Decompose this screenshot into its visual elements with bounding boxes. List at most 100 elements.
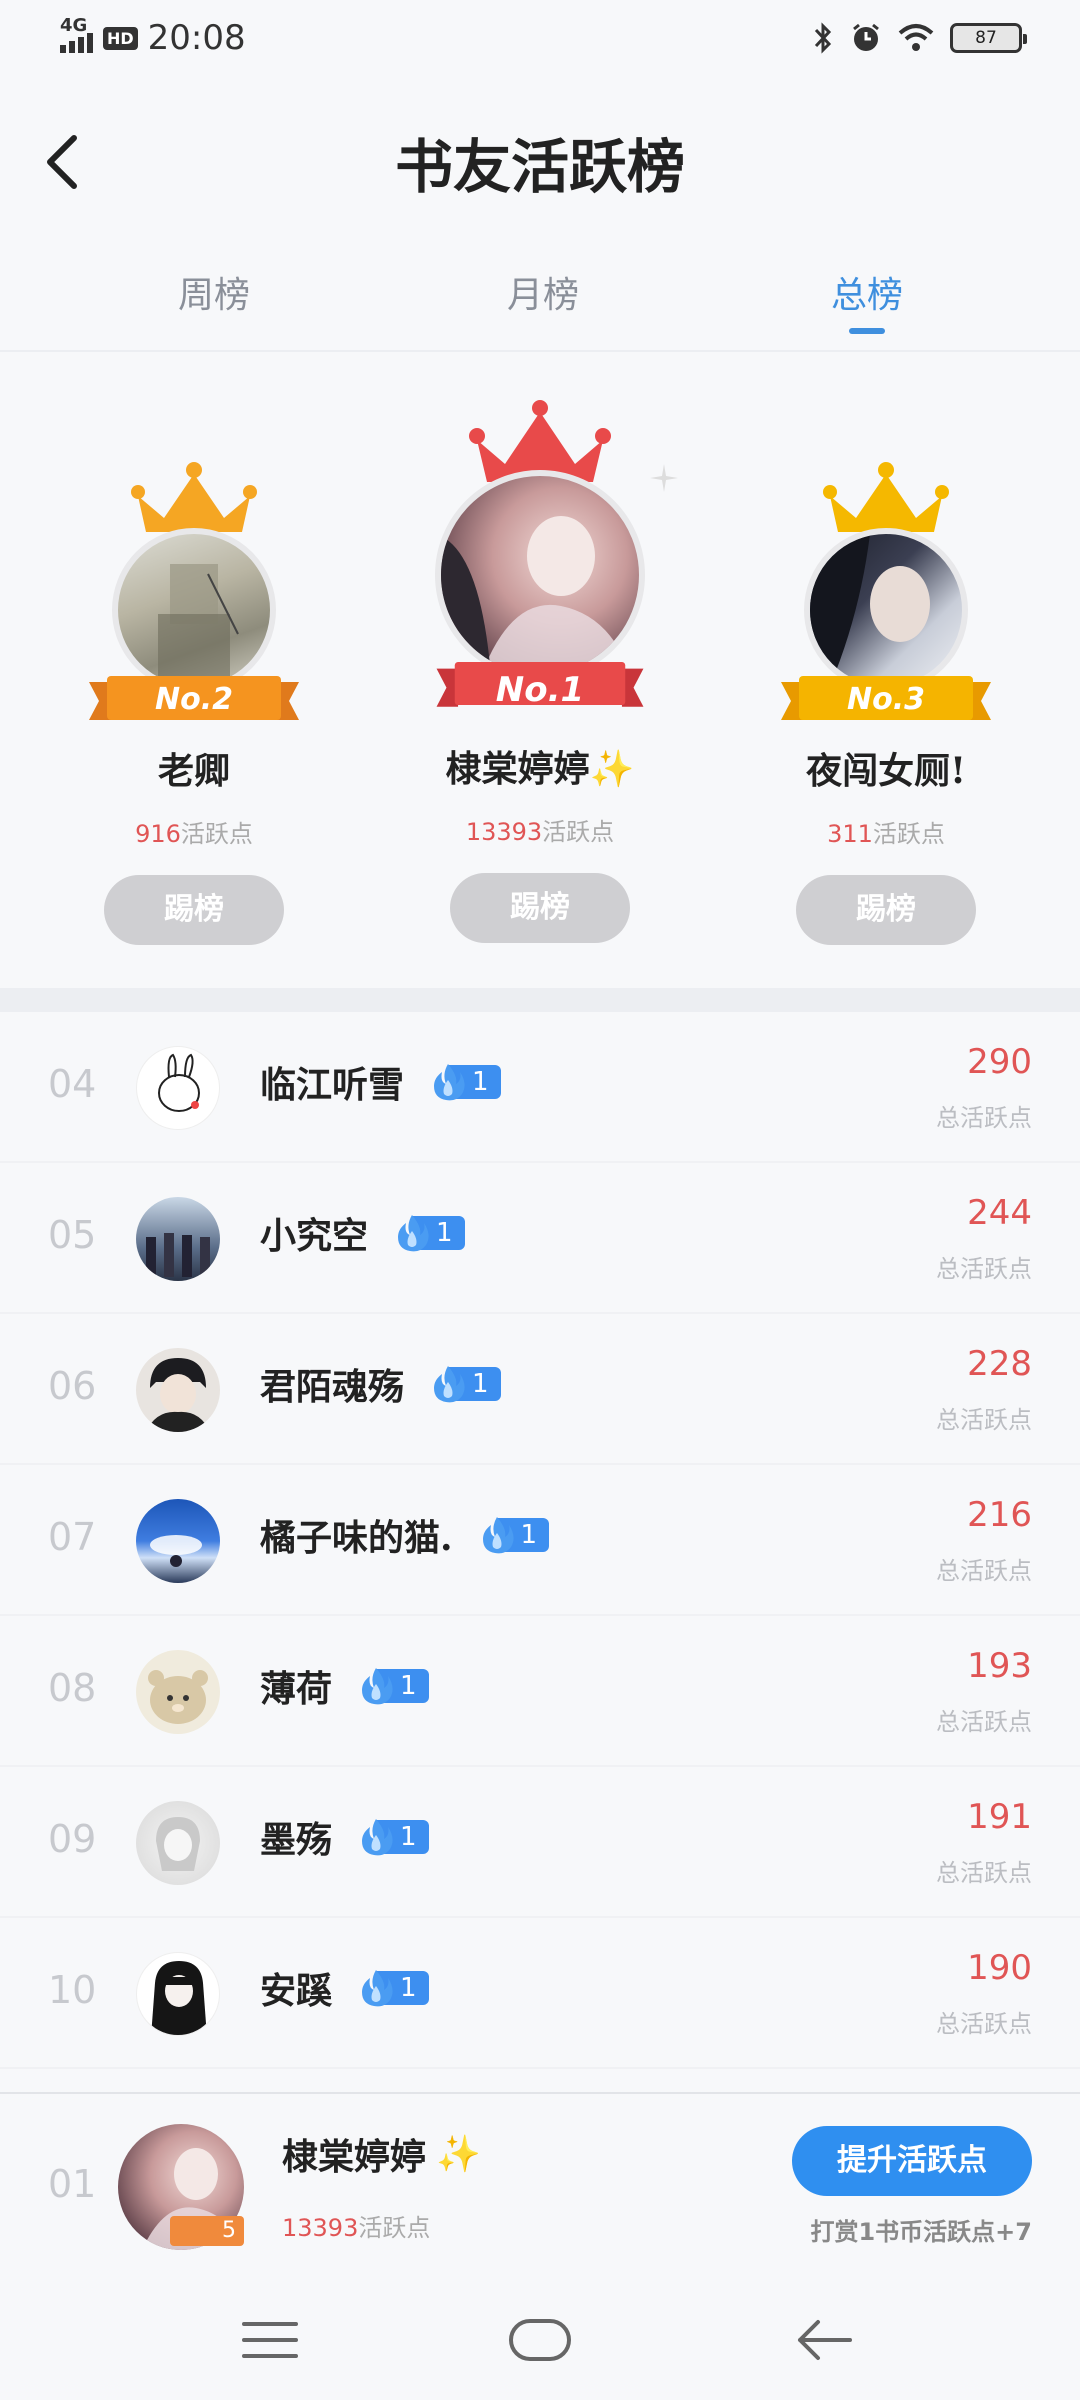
score-label: 总活跃点 [936,1708,1032,1736]
kick-button[interactable]: 踢榜 [104,875,284,945]
score-label: 总活跃点 [936,1859,1032,1887]
crown-icon [131,462,257,532]
list-item[interactable]: 09 墨殇 1 191 总活跃点 [0,1767,1080,1918]
score-label: 总活跃点 [936,1557,1032,1585]
flame-icon [362,1668,393,1705]
score-value: 190 [967,1948,1032,1988]
avatar [435,470,645,680]
rank-label: No.3 [847,682,925,717]
podium-second[interactable]: No.2 老卿 916活跃点 踢榜 [84,462,304,945]
podium-third[interactable]: No.3 夜闯女厕! 311活跃点 踢榜 [776,462,996,945]
my-name-text: 棣棠婷婷 [282,2136,427,2178]
tab-total[interactable]: 总榜 [767,266,967,334]
list-item[interactable]: 07 橘子味的猫. 1 216 总活跃点 [0,1465,1080,1616]
score-label: 总活跃点 [936,1104,1032,1132]
avatar [136,1650,220,1734]
avatar [112,528,276,692]
my-name: 棣棠婷婷 ✨ [282,2128,481,2180]
points-suffix: 活跃点 [872,820,945,848]
user-name: 薄荷 [260,1668,333,1710]
tab-total-label: 总榜 [830,275,903,316]
signal-icon: 4G [60,15,93,53]
my-rank-bar: 01 5 棣棠婷婷 ✨ 13393活跃点 提升活跃点 打赏1书币活跃点+7 [0,2092,1080,2282]
my-level-value: 5 [222,2218,236,2243]
score-label: 总活跃点 [936,1406,1032,1434]
my-points: 13393活跃点 [282,2208,430,2243]
user-name: 安蹊 [260,1970,333,2012]
my-points-value: 13393 [282,2214,359,2242]
rank-label: No.1 [495,670,585,710]
rank-number: 06 [48,1364,97,1408]
score-value: 216 [967,1495,1032,1535]
flame-icon [434,1366,465,1403]
rank-label: No.2 [155,682,233,717]
menu-icon[interactable] [242,2318,298,2362]
user-name: 临江听雪 [260,1064,405,1106]
list-item[interactable]: 08 薄荷 1 193 总活跃点 [0,1616,1080,1767]
podium-points: 311活跃点 [776,814,996,849]
back-nav-icon[interactable] [796,2318,852,2362]
podium-name: 老卿 [157,750,230,792]
level-badge: 1 [356,1819,429,1856]
kick-button[interactable]: 踢榜 [450,873,630,943]
podium-name: 棣棠婷婷✨ [445,748,635,790]
avatar [136,1348,220,1432]
points-suffix: 活跃点 [542,818,615,846]
header: 书友活跃榜 [0,80,1080,240]
podium: No.2 老卿 916活跃点 踢榜 No.1 棣棠婷婷✨ 13393活跃点 踢榜… [0,352,1080,988]
tab-monthly[interactable]: 月榜 [443,266,643,318]
list-item[interactable]: 10 安蹊 1 190 总活跃点 [0,1918,1080,2069]
score-value: 244 [967,1193,1032,1233]
user-name: 墨殇 [260,1819,333,1861]
section-divider [0,988,1080,1012]
my-level-badge: 5 [170,2216,244,2246]
score-label: 总活跃点 [936,2010,1032,2038]
avatar [136,1046,220,1130]
home-icon[interactable] [508,2318,572,2362]
score-value: 191 [967,1797,1032,1837]
tab-weekly[interactable]: 周榜 [114,266,314,318]
points-value: 916 [135,820,181,848]
level-badge: 1 [356,1668,429,1705]
rank-number: 04 [48,1062,97,1106]
battery-level: 87 [975,28,997,48]
podium-points: 916活跃点 [84,814,304,849]
level-badge: 1 [477,1517,550,1554]
level-badge: 1 [356,1970,429,2007]
avatar [136,1197,220,1281]
flame-icon [482,1517,514,1554]
score-value: 193 [967,1646,1032,1686]
avatar [136,1952,220,2036]
avatar [136,1499,220,1583]
points-value: 13393 [465,818,543,846]
boost-activity-button[interactable]: 提升活跃点 [792,2126,1032,2196]
kick-button[interactable]: 踢榜 [796,875,976,945]
user-name: 小究空 [260,1215,369,1257]
podium-name: 夜闯女厕! [806,750,966,792]
user-name: 橘子味的猫. [260,1517,453,1559]
points-suffix: 活跃点 [180,820,253,848]
flame-icon [434,1064,465,1101]
level-badge: 1 [428,1366,501,1403]
alarm-icon [853,23,879,51]
boost-hint: 打赏1书币活跃点+7 [810,2218,1032,2246]
flame-icon [398,1215,429,1252]
rank-number: 05 [48,1213,97,1257]
crown-icon [823,462,949,532]
my-rank-number: 01 [48,2162,97,2206]
avatar [804,528,968,692]
user-name: 君陌魂殇 [260,1366,405,1408]
sparkle-icon [650,464,678,492]
points-value: 311 [827,820,873,848]
score-value: 290 [967,1042,1032,1082]
podium-first[interactable]: No.1 棣棠婷婷✨ 13393活跃点 踢榜 [390,400,690,943]
rank-number: 10 [48,1968,97,2012]
my-points-suffix: 活跃点 [358,2214,431,2242]
wifi-icon [898,24,934,51]
list-item[interactable]: 06 君陌魂殇 1 228 总活跃点 [0,1314,1080,1465]
clock: 20:08 [147,18,246,58]
score-label: 总活跃点 [936,1255,1032,1283]
list-item[interactable]: 05 小究空 1 244 总活跃点 [0,1163,1080,1314]
flame-icon [362,1970,393,2007]
list-item[interactable]: 04 临江听雪 1 290 总活跃点 [0,1012,1080,1163]
